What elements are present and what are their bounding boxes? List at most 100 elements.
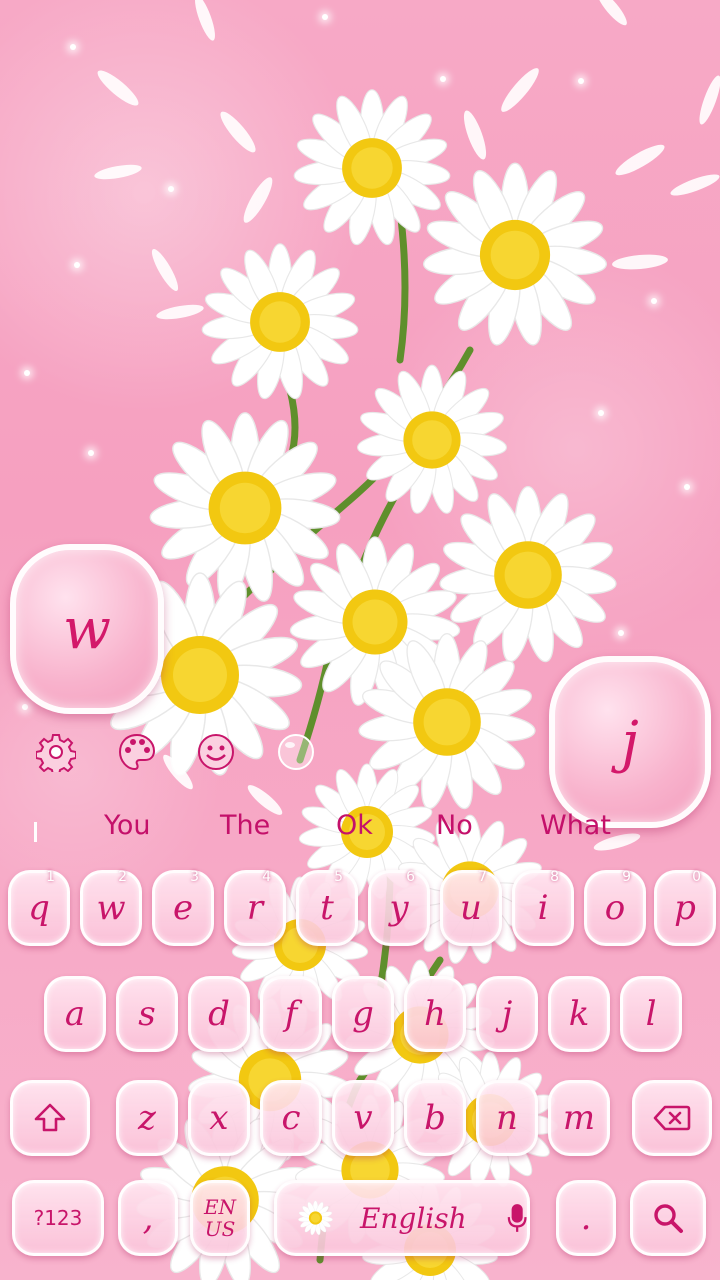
delete-key[interactable] bbox=[632, 1080, 712, 1156]
key-k[interactable]: k bbox=[548, 976, 610, 1052]
key-j[interactable]: j bbox=[476, 976, 538, 1052]
emoji-button[interactable] bbox=[196, 732, 236, 772]
sparkle bbox=[598, 410, 604, 416]
key-label: y bbox=[389, 888, 409, 928]
sparkle bbox=[440, 76, 446, 82]
key-label: b bbox=[424, 1098, 446, 1138]
period-key[interactable]: . bbox=[556, 1180, 616, 1256]
language-code: EN bbox=[203, 1195, 237, 1219]
key-n[interactable]: n bbox=[476, 1080, 538, 1156]
space-bar-language-label: English bbox=[359, 1201, 467, 1235]
key-h[interactable]: h bbox=[404, 976, 466, 1052]
sparkle bbox=[651, 298, 657, 304]
language-key[interactable]: EN US bbox=[190, 1180, 250, 1256]
key-label: n bbox=[496, 1098, 518, 1138]
key-a[interactable]: a bbox=[44, 976, 106, 1052]
key-l[interactable]: l bbox=[620, 976, 682, 1052]
key-label: f bbox=[284, 994, 298, 1034]
key-label: z bbox=[138, 1098, 156, 1138]
daisy-icon bbox=[297, 1200, 334, 1236]
key-hint: 9 bbox=[622, 869, 631, 885]
space-bar[interactable]: English bbox=[274, 1180, 530, 1256]
key-label: h bbox=[424, 994, 446, 1034]
sparkle bbox=[322, 14, 328, 20]
palette-icon bbox=[118, 733, 156, 771]
bubble-icon bbox=[278, 734, 314, 770]
key-b[interactable]: b bbox=[404, 1080, 466, 1156]
comma-key[interactable]: , bbox=[118, 1180, 178, 1256]
key-d[interactable]: d bbox=[188, 976, 250, 1052]
key-f[interactable]: f bbox=[260, 976, 322, 1052]
key-label: k bbox=[568, 994, 590, 1034]
text-cursor bbox=[34, 822, 37, 842]
key-label: x bbox=[209, 1098, 229, 1138]
key-label: t bbox=[320, 888, 334, 928]
sparkle bbox=[22, 704, 28, 710]
key-label: j bbox=[501, 994, 513, 1034]
key-t[interactable]: 5t bbox=[296, 869, 358, 946]
language-region: US bbox=[204, 1217, 236, 1241]
key-label: i bbox=[537, 888, 549, 928]
bubble-letter: j bbox=[621, 709, 639, 775]
theme-button[interactable] bbox=[117, 732, 157, 772]
key-label: d bbox=[208, 994, 230, 1034]
key-s[interactable]: s bbox=[116, 976, 178, 1052]
key-x[interactable]: x bbox=[188, 1080, 250, 1156]
suggestion-5[interactable]: What bbox=[540, 810, 611, 841]
key-i[interactable]: 8i bbox=[512, 869, 574, 946]
key-label: w bbox=[96, 888, 126, 928]
key-hint: 7 bbox=[478, 869, 487, 885]
key-y[interactable]: 6y bbox=[368, 869, 430, 946]
suggestion-4[interactable]: No bbox=[436, 810, 473, 841]
sparkle bbox=[578, 78, 584, 84]
suggestion-1[interactable]: You bbox=[104, 810, 151, 841]
key-hint: 2 bbox=[118, 869, 127, 885]
key-label: s bbox=[138, 994, 156, 1034]
floating-letter-bubble-j: j bbox=[549, 656, 711, 828]
microphone-icon bbox=[507, 1204, 527, 1232]
key-label: a bbox=[64, 994, 86, 1034]
gear-icon bbox=[35, 734, 77, 776]
key-hint: 0 bbox=[692, 869, 701, 885]
key-label: g bbox=[352, 994, 374, 1034]
key-hint: 8 bbox=[550, 869, 559, 885]
key-label: u bbox=[460, 888, 482, 928]
shift-arrow-icon bbox=[34, 1103, 66, 1132]
shift-key[interactable] bbox=[10, 1080, 90, 1156]
key-z[interactable]: z bbox=[116, 1080, 178, 1156]
key-label: e bbox=[172, 888, 194, 928]
key-m[interactable]: m bbox=[548, 1080, 610, 1156]
search-icon bbox=[654, 1204, 683, 1233]
floating-letter-bubble-w: w bbox=[10, 544, 164, 714]
key-label: m bbox=[562, 1098, 596, 1138]
key-hint: 3 bbox=[190, 869, 199, 885]
key-label: q bbox=[28, 888, 50, 928]
key-v[interactable]: v bbox=[332, 1080, 394, 1156]
key-e[interactable]: 3e bbox=[152, 869, 214, 946]
key-u[interactable]: 7u bbox=[440, 869, 502, 946]
sparkle bbox=[24, 370, 30, 376]
key-c[interactable]: c bbox=[260, 1080, 322, 1156]
sparkle bbox=[74, 262, 80, 268]
key-label: p bbox=[674, 888, 696, 928]
key-hint: 6 bbox=[406, 869, 415, 885]
key-q[interactable]: 1q bbox=[8, 869, 70, 946]
key-label: r bbox=[246, 888, 264, 928]
search-key[interactable] bbox=[630, 1180, 706, 1256]
suggestion-2[interactable]: The bbox=[220, 810, 270, 841]
key-label: l bbox=[645, 994, 657, 1034]
key-label: c bbox=[281, 1098, 301, 1138]
sparkle bbox=[684, 484, 690, 490]
sparkle bbox=[168, 186, 174, 192]
bubble-letter: w bbox=[63, 596, 111, 662]
key-g[interactable]: g bbox=[332, 976, 394, 1052]
key-r[interactable]: 4r bbox=[224, 869, 286, 946]
key-p[interactable]: 0p bbox=[654, 869, 716, 946]
suggestion-3[interactable]: Ok bbox=[336, 810, 373, 841]
settings-button[interactable] bbox=[35, 732, 77, 776]
extra-button[interactable] bbox=[276, 732, 316, 772]
symbols-key[interactable]: ?123 bbox=[12, 1180, 104, 1256]
backspace-icon bbox=[653, 1105, 691, 1131]
key-o[interactable]: 9o bbox=[584, 869, 646, 946]
key-w[interactable]: 2w bbox=[80, 869, 142, 946]
